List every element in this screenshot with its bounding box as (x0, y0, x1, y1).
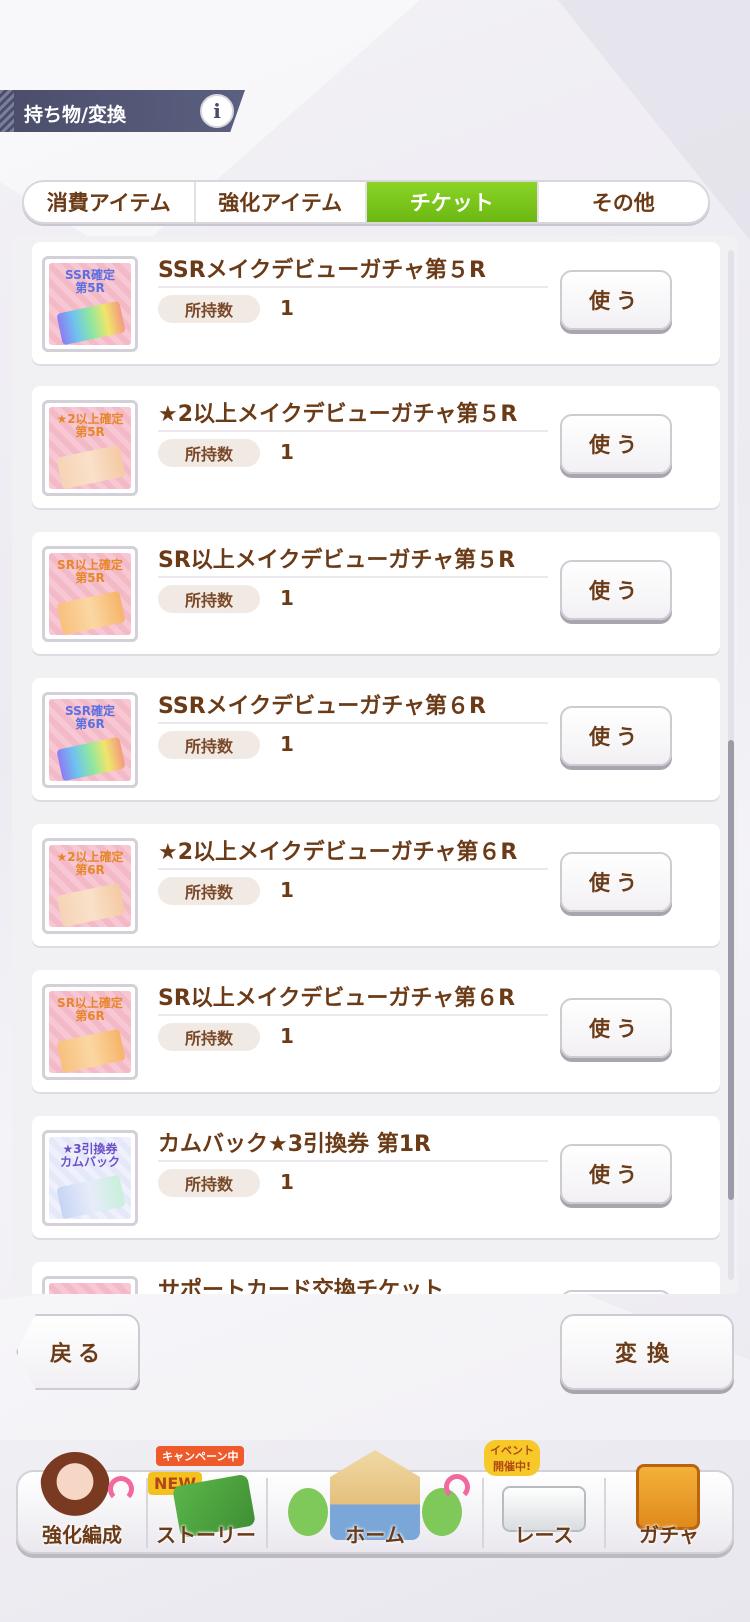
item-name: ★2以上メイクデビューガチャ第６R (158, 840, 518, 865)
nav-label: 強化編成 (42, 1523, 122, 1547)
use-button[interactable] (560, 1290, 672, 1294)
owned-label: 所持数 (158, 1169, 260, 1197)
nav-story[interactable]: キャンペーン中 NEW ストーリー (146, 1428, 266, 1558)
list-item: ★2以上確定 第5R ★2以上メイクデビューガチャ第５R 所持数 1 使う (32, 386, 720, 508)
use-button[interactable]: 使う (560, 414, 672, 474)
owned-count: 1 (280, 440, 294, 464)
divider (158, 430, 548, 432)
owned-count: 1 (280, 296, 294, 320)
item-name: SSRメイクデビューガチャ第５R (158, 258, 486, 283)
owned-label: 所持数 (158, 731, 260, 759)
tab-other[interactable]: その他 (539, 182, 709, 222)
ticket-thumbnail: SR以上確定 第5R (42, 546, 138, 642)
item-name: カムバック★3引換券 第1R (158, 1132, 431, 1157)
nav-label: ホーム (345, 1523, 405, 1547)
horseshoe-icon (108, 1476, 134, 1502)
ticket-icon (56, 444, 126, 489)
ticket-thumbnail-label: ★3引換券 カムバック (59, 1142, 120, 1170)
event-badge: イベント 開催中! (484, 1440, 540, 1476)
category-tabs: 消費アイテム 強化アイテム チケット その他 (22, 180, 710, 224)
owned-count: 1 (280, 732, 294, 756)
item-name: SR以上メイクデビューガチャ第６R (158, 986, 516, 1011)
nav-label: ストーリー (156, 1523, 256, 1547)
ticket-icon (56, 736, 126, 781)
use-button[interactable]: 使う (560, 270, 672, 330)
nav-label: ガチャ (639, 1523, 699, 1547)
divider (158, 868, 548, 870)
ticket-thumbnail: ★3引換券 カムバック (42, 1130, 138, 1226)
horseshoe-icon (444, 1474, 470, 1500)
item-name: SSRメイクデビューガチャ第６R (158, 694, 486, 719)
tab-tickets[interactable]: チケット (367, 182, 539, 222)
list-item: SSR確定 第6R SSRメイクデビューガチャ第６R 所持数 1 使う (32, 678, 720, 800)
page-title: 持ち物/変換 (24, 104, 126, 126)
ticket-icon (56, 300, 126, 345)
divider (158, 722, 548, 724)
nav-race[interactable]: イベント 開催中! レース (484, 1428, 604, 1558)
use-button[interactable]: 使う (560, 998, 672, 1058)
owned-label: 所持数 (158, 439, 260, 467)
use-button[interactable]: 使う (560, 852, 672, 912)
owned-count: 1 (280, 1170, 294, 1194)
nav-gacha[interactable]: ガチャ (606, 1428, 732, 1558)
list-item: ★2以上確定 第6R ★2以上メイクデビューガチャ第６R 所持数 1 使う (32, 824, 720, 946)
divider (158, 576, 548, 578)
ticket-thumbnail-label: ★2以上確定 第6R (56, 850, 124, 878)
nav-enhance-formation[interactable]: 強化編成 (20, 1428, 144, 1558)
owned-count: 1 (280, 586, 294, 610)
ticket-thumbnail: SSR確定 第5R (42, 256, 138, 352)
owned-label: 所持数 (158, 585, 260, 613)
ticket-thumbnail-label: SSR確定 第6R (65, 704, 115, 732)
tab-enhancement[interactable]: 強化アイテム (196, 182, 367, 222)
owned-label: 所持数 (158, 877, 260, 905)
list-item: サポートカード交換チケット (32, 1262, 720, 1294)
item-name: サポートカード交換チケット (158, 1278, 445, 1294)
use-button[interactable]: 使う (560, 1144, 672, 1204)
owned-count: 1 (280, 878, 294, 902)
list-item: SR以上確定 第6R SR以上メイクデビューガチャ第６R 所持数 1 使う (32, 970, 720, 1092)
tab-consumables[interactable]: 消費アイテム (24, 182, 196, 222)
item-name: SR以上メイクデビューガチャ第５R (158, 548, 516, 573)
ticket-icon (56, 882, 126, 927)
ticket-thumbnail: SSR確定 第6R (42, 692, 138, 788)
ticket-thumbnail: ★2以上確定 第6R (42, 838, 138, 934)
divider (158, 1160, 548, 1162)
use-button[interactable]: 使う (560, 560, 672, 620)
item-name: ★2以上メイクデビューガチャ第５R (158, 402, 518, 427)
ticket-thumbnail-label: SR以上確定 第6R (57, 996, 123, 1024)
use-button[interactable]: 使う (560, 706, 672, 766)
campaign-badge: キャンペーン中 (156, 1446, 245, 1466)
ticket-thumbnail: ★2以上確定 第5R (42, 400, 138, 496)
back-button[interactable]: 戻る (16, 1314, 140, 1390)
ticket-thumbnail-label: SSR確定 第5R (65, 268, 115, 296)
ticket-thumbnail (42, 1276, 138, 1294)
info-icon[interactable]: i (200, 94, 234, 128)
owned-count: 1 (280, 1024, 294, 1048)
convert-button[interactable]: 変換 (560, 1314, 734, 1390)
character-icon (40, 1452, 110, 1526)
nav-label: レース (514, 1523, 574, 1547)
scrollbar-thumb[interactable] (728, 740, 734, 1200)
ticket-icon (56, 1028, 126, 1073)
list-item: ★3引換券 カムバック カムバック★3引換券 第1R 所持数 1 使う (32, 1116, 720, 1238)
ticket-icon (56, 590, 126, 635)
list-item: SSR確定 第5R SSRメイクデビューガチャ第５R 所持数 1 使う (32, 242, 720, 364)
divider (158, 1014, 548, 1016)
ticket-icon (56, 1174, 126, 1219)
nav-home[interactable]: ホーム (268, 1428, 482, 1558)
ticket-thumbnail-label: ★2以上確定 第5R (56, 412, 124, 440)
item-list[interactable]: SSR確定 第5R SSRメイクデビューガチャ第５R 所持数 1 使う ★2以上… (12, 236, 738, 1294)
list-item: SR以上確定 第5R SR以上メイクデビューガチャ第５R 所持数 1 使う (32, 532, 720, 654)
owned-label: 所持数 (158, 295, 260, 323)
owned-label: 所持数 (158, 1023, 260, 1051)
ticket-thumbnail-label: SR以上確定 第5R (57, 558, 123, 586)
ticket-thumbnail: SR以上確定 第6R (42, 984, 138, 1080)
divider (158, 286, 548, 288)
